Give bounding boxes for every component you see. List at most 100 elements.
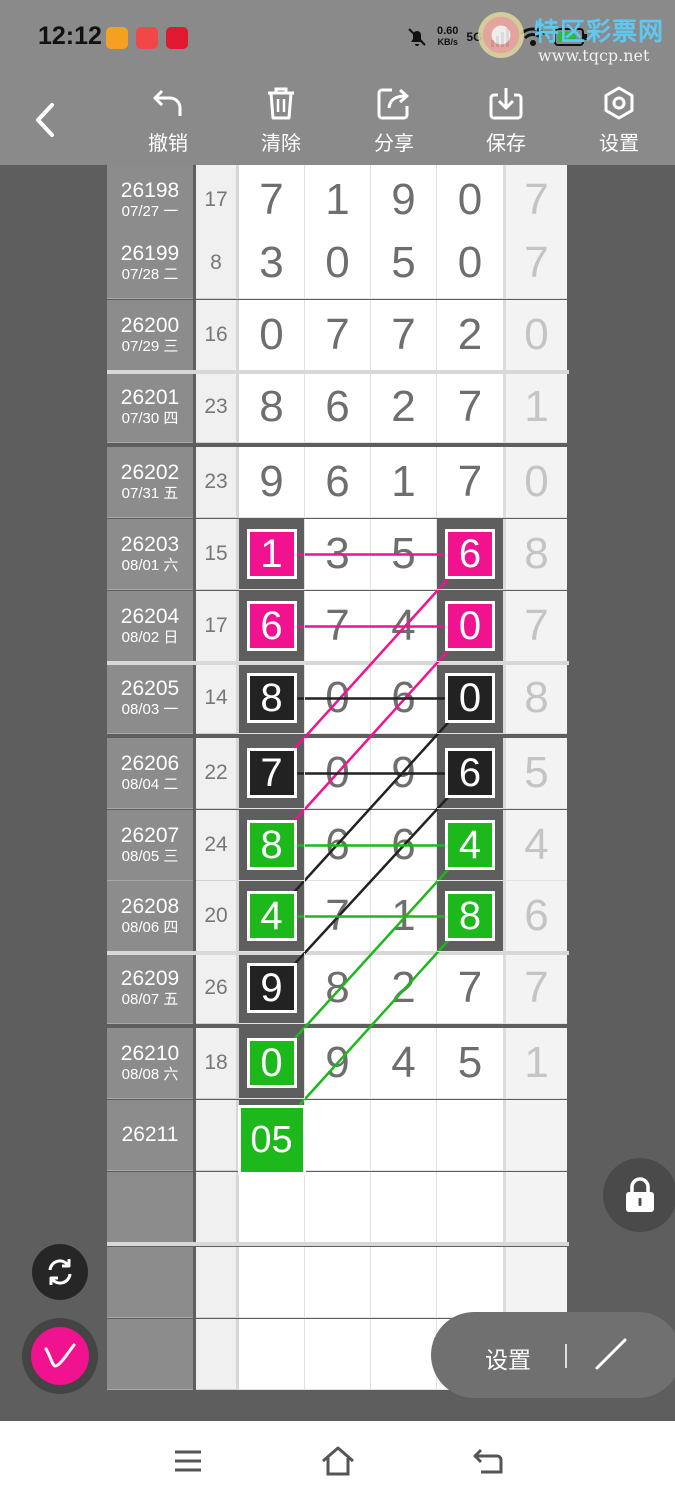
digit-cell[interactable]: 9 [305,1028,371,1099]
digit-cell[interactable]: 7 [437,953,503,1024]
digit-cell[interactable]: 4 [371,591,437,662]
digit-cell[interactable]: 7 [305,300,371,371]
digit-cell[interactable]: 0 [437,228,503,299]
back-button[interactable] [22,97,68,143]
digit-cell[interactable] [371,1172,437,1243]
digit-cell[interactable] [371,1100,437,1171]
digit-cell[interactable]: 6 [239,591,305,662]
digit-cell[interactable] [239,1172,305,1243]
digit-cell[interactable]: 5 [437,1028,503,1099]
digit-cell[interactable]: 7 [239,165,305,236]
digit-cell[interactable]: 6 [305,372,371,443]
digit-cell[interactable]: 0 [305,738,371,809]
digit-cell[interactable] [239,1247,305,1318]
digit-cell[interactable]: 7 [305,881,371,952]
digit-cell[interactable]: 3 [305,519,371,590]
digit-cell[interactable]: 0 [239,300,305,371]
table-row[interactable]: 26201 07/30 四 23 8 6 2 7 1 [107,372,569,443]
share-button[interactable]: 分享 [354,85,434,163]
line-tool-icon[interactable] [591,1334,631,1374]
digit-cell[interactable]: 3 [239,228,305,299]
settings-button[interactable]: 设置 [579,85,659,163]
undo-button[interactable]: 撤销 [128,85,208,163]
pen-button[interactable] [31,1327,89,1385]
home-nav-button[interactable] [318,1441,358,1481]
digit-cell[interactable]: 4 [371,1028,437,1099]
refresh-button[interactable] [32,1244,88,1300]
digit-cell[interactable]: 0 [437,165,503,236]
table-row[interactable]: 26211 05 [107,1100,569,1175]
table-row[interactable]: 26209 08/07 五 26 9 8 2 7 7 [107,953,569,1024]
digit-cell[interactable]: 7 [437,447,503,518]
digit-cell[interactable]: 6 [437,738,503,809]
digit-cell[interactable]: 0 [239,1028,305,1099]
floating-settings-label[interactable]: 设置 [485,1341,531,1375]
table-row[interactable] [107,1247,569,1318]
digit-cell[interactable] [437,1247,503,1318]
digit-cell[interactable]: 7 [305,591,371,662]
digit-value: 7 [325,601,350,650]
digit-cell[interactable] [305,1319,371,1390]
digit-cell[interactable] [305,1172,371,1243]
table-row[interactable]: 26208 08/06 四 20 4 7 1 8 6 [107,881,569,952]
table-row[interactable]: 26207 08/05 三 24 8 6 6 4 4 [107,810,569,881]
digit-cell[interactable]: 2 [371,953,437,1024]
table-row[interactable]: 26204 08/02 日 17 6 7 4 0 7 [107,591,569,662]
digit-cell[interactable] [371,1247,437,1318]
digit-cell[interactable]: 1 [239,519,305,590]
table-row[interactable]: 26206 08/04 二 22 7 0 9 6 5 [107,738,569,809]
digit-cell[interactable]: 5 [371,519,437,590]
digit-cell[interactable]: 9 [371,165,437,236]
digit-cell[interactable]: 05 [237,1100,306,1175]
table-row[interactable]: 26203 08/01 六 15 1 3 5 6 8 [107,519,569,590]
digit-cell[interactable]: 7 [371,300,437,371]
digit-cell[interactable]: 6 [305,810,371,881]
table-row[interactable]: 26200 07/29 三 16 0 7 7 2 0 [107,300,569,371]
floating-settings-pill[interactable]: 设置 [431,1312,675,1398]
digit-cell[interactable] [305,1247,371,1318]
digit-cell[interactable] [437,1172,503,1243]
table-row[interactable]: 26205 08/03 一 14 8 0 6 0 8 [107,663,569,734]
digit-cell[interactable]: 5 [371,228,437,299]
digit-cell[interactable]: 2 [437,300,503,371]
digit-cell[interactable]: 0 [305,663,371,734]
digit-cell[interactable]: 9 [239,953,305,1024]
table-row[interactable]: 26199 07/28 二830507 [107,228,569,299]
digit-cell[interactable]: 0 [437,591,503,662]
save-button[interactable]: 保存 [466,85,546,163]
digit-cell[interactable]: 1 [371,447,437,518]
digit-cell[interactable]: 2 [371,372,437,443]
digit-cell[interactable]: 8 [305,953,371,1024]
digit-cell[interactable] [437,1100,503,1171]
lottery-grid[interactable]: 26198 07/27 一 17 7 1 9 0 7 26199 07/28 二 8 3 0 5 0 7 262… [107,165,569,1420]
digit-cell[interactable]: 1 [371,881,437,952]
table-row[interactable] [107,1172,569,1243]
digit-cell[interactable]: 8 [239,372,305,443]
digit-cell[interactable]: 7 [239,738,305,809]
digit-cell[interactable]: 4 [239,881,305,952]
digit-cell[interactable] [305,1100,371,1171]
table-row[interactable]: 26202 07/31 五 23 9 6 1 7 0 [107,447,569,518]
clear-button[interactable]: 清除 [241,85,321,163]
digit-cell[interactable]: 6 [371,663,437,734]
table-row[interactable]: 26198 07/27 一 17 7 1 9 0 7 [107,165,569,236]
digit-cell[interactable]: 8 [437,881,503,952]
digit-cell[interactable]: 1 [305,165,371,236]
back-nav-button[interactable] [468,1441,508,1481]
digit-cell[interactable]: 0 [305,228,371,299]
digit-cell[interactable]: 7 [437,372,503,443]
digit-cell[interactable] [239,1319,305,1390]
digit-cell[interactable]: 6 [371,810,437,881]
digit-cell[interactable]: 9 [239,447,305,518]
digit-cell[interactable]: 6 [305,447,371,518]
digit-cell[interactable]: 9 [371,738,437,809]
digit-cell[interactable]: 8 [239,810,305,881]
menu-nav-button[interactable] [168,1441,208,1481]
table-row[interactable]: 26210 08/08 六 18 0 9 4 5 1 [107,1028,569,1099]
digit-cell[interactable]: 4 [437,810,503,881]
lock-button[interactable] [603,1158,675,1232]
digit-cell[interactable]: 8 [239,663,305,734]
digit-cell[interactable]: 0 [437,663,503,734]
digit-cell[interactable] [371,1319,437,1390]
digit-cell[interactable]: 6 [437,519,503,590]
